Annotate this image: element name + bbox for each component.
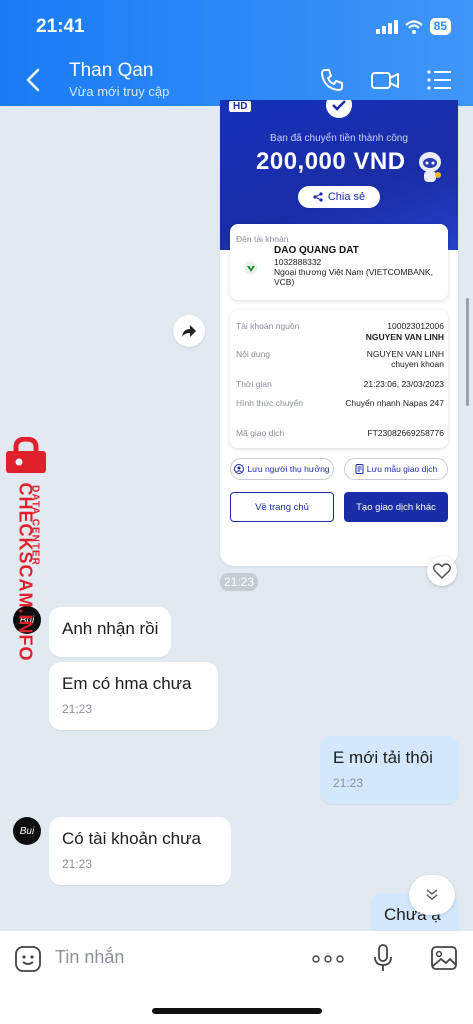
detail-key: Nội dung [236, 349, 271, 359]
to-account-label: Đến tài khoản [236, 234, 289, 244]
save-recipient-label: Lưu người thụ hưởng [247, 464, 330, 474]
message-bubble[interactable]: Em có hma chưa 21:23 [49, 662, 218, 730]
document-icon [355, 464, 364, 474]
message-text: Em có hma chưa [62, 674, 192, 693]
image-gallery-icon[interactable] [430, 945, 458, 971]
heart-icon [433, 563, 451, 579]
transfer-receipt-image[interactable]: HD Bạn đã chuyển tiền thành công 200,000… [220, 100, 458, 566]
lock-icon [6, 437, 46, 473]
chat-header: 21:41 85 Than Qan Vừa mới truy cập [0, 0, 473, 106]
watermark-subtext: DATA CENTER [29, 485, 41, 566]
sticker-icon[interactable] [14, 945, 42, 973]
detail-value: Chuyển nhanh Napas 247 [345, 398, 444, 408]
detail-key: Thời gian [236, 379, 272, 389]
detail-value: 21:23:06, 23/03/2023 [363, 379, 444, 389]
microphone-icon[interactable] [373, 943, 393, 975]
detail-key: Tài khoản nguồn [236, 321, 300, 331]
contact-name[interactable]: Than Qan [69, 60, 154, 82]
user-icon [234, 464, 245, 474]
message-time: 21:23 [220, 573, 259, 591]
contact-status: Vừa mới truy cập [69, 84, 170, 99]
recipient-number: 1032888332 [274, 257, 322, 267]
status-icons: 85 [375, 18, 451, 35]
hd-badge: HD [229, 101, 252, 112]
message-text: Anh nhận rồi [62, 619, 159, 638]
message-bubble[interactable]: Có tài khoản chưa 21:23 [49, 817, 231, 885]
scroll-down-button[interactable] [409, 875, 455, 915]
forward-button[interactable] [173, 315, 205, 347]
home-indicator [152, 1008, 322, 1014]
share-icon [313, 192, 323, 202]
save-recipient-button[interactable]: Lưu người thụ hưởng [230, 458, 334, 480]
mascot-icon [419, 152, 441, 182]
message-time: 21:23 [333, 776, 364, 790]
detail-key: Mã giao dịch [236, 428, 285, 438]
signal-icon [375, 19, 398, 34]
video-call-icon[interactable] [370, 66, 400, 94]
message-time: 21:23 [62, 702, 93, 716]
avatar[interactable]: Bui [13, 817, 41, 845]
message-bubble[interactable]: Anh nhận rồi [49, 607, 172, 657]
vietcombank-logo-icon [244, 261, 258, 275]
message-input[interactable]: Tin nhắn [55, 947, 124, 968]
share-button[interactable]: Chia sẻ [298, 186, 380, 208]
message-text: E mới tải thôi [333, 748, 433, 767]
wifi-icon [404, 19, 423, 34]
message-text: Có tài khoản chưa [62, 829, 201, 848]
react-heart-button[interactable] [427, 556, 457, 586]
detail-key: Hình thức chuyển [236, 398, 304, 408]
forward-arrow-icon [182, 325, 196, 337]
save-template-label: Lưu mẫu giao dịch [366, 464, 438, 474]
phone-call-icon[interactable] [318, 66, 346, 94]
message-time: 21:23 [62, 857, 93, 871]
save-template-button[interactable]: Lưu mẫu giao dịch [344, 458, 448, 480]
more-options-icon[interactable] [312, 955, 344, 963]
scrollbar[interactable] [466, 298, 469, 406]
detail-value: 100023012006 [387, 321, 444, 331]
share-label: Chia sẻ [327, 191, 366, 203]
new-transaction-button[interactable]: Tạo giao dịch khác [344, 492, 448, 522]
battery-indicator: 85 [429, 18, 451, 35]
transfer-amount: 200,000 VND [256, 148, 406, 175]
chevron-down-icon [426, 889, 438, 900]
detail-value: FT23082669258776 [367, 428, 444, 438]
success-text: Bạn đã chuyển tiền thành công [270, 133, 408, 144]
recipient-box: Đến tài khoản DAO QUANG DAT 1032888332 N… [230, 224, 448, 300]
my-message-bubble[interactable]: E mới tải thôi 21:23 [320, 736, 459, 804]
home-button[interactable]: Về trang chủ [230, 492, 334, 522]
menu-list-icon[interactable] [425, 66, 453, 94]
detail-value: NGUYEN VAN LINH chuyen khoan [366, 349, 444, 369]
recipient-name: DAO QUANG DAT [274, 245, 359, 256]
status-time: 21:41 [36, 16, 85, 37]
recipient-bank: Ngoại thương Việt Nam (VIETCOMBANK, VCB) [274, 267, 433, 287]
check-icon [326, 100, 352, 118]
detail-value-name: NGUYEN VAN LINH [365, 332, 444, 342]
back-arrow-icon[interactable] [22, 66, 46, 94]
transaction-details: Tài khoản nguồn 100023012006 NGUYEN VAN … [230, 310, 448, 448]
